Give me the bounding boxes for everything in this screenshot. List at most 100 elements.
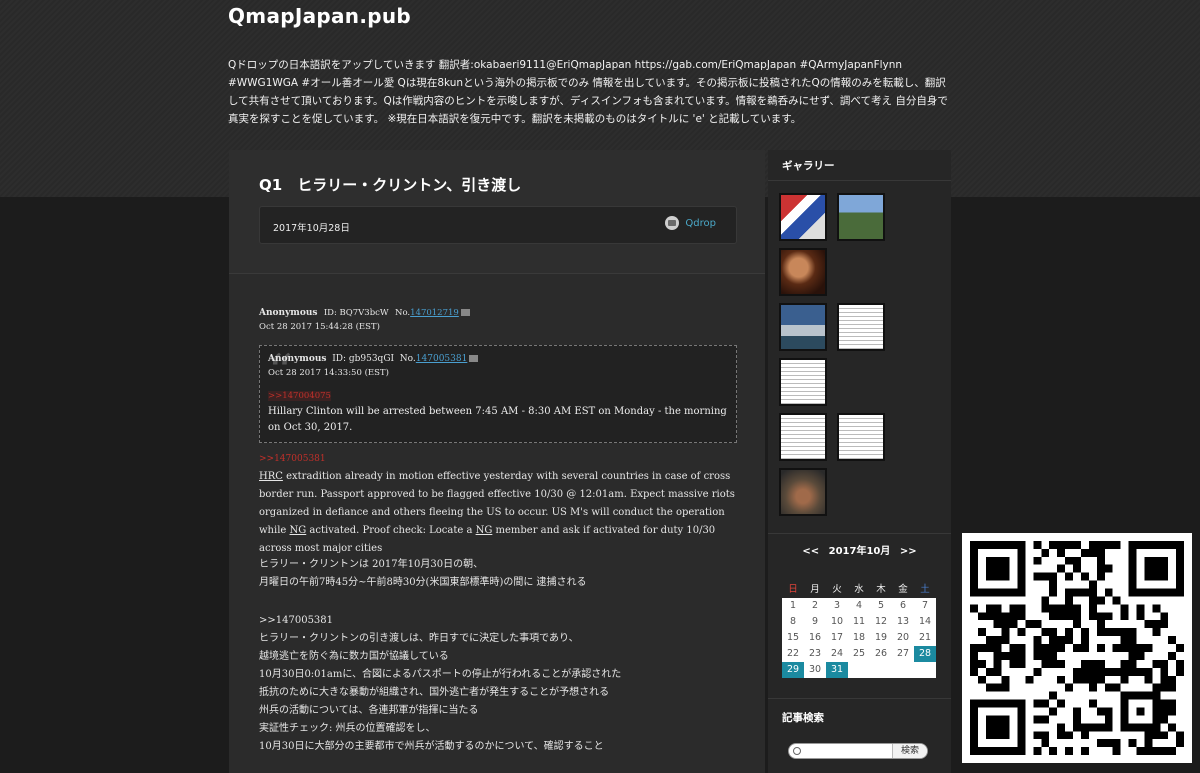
calendar-nav: << 2017年10月 >> (768, 542, 951, 557)
calendar: 日 月 火 水 木 金 土 1 2 3 4 5 6 7 8 9 10 11 12 13 14 15 16 17 1… (782, 582, 937, 678)
jp2-line: >>147005381 (259, 615, 334, 626)
calendar-day: 27 (892, 646, 914, 662)
gallery-thumbnail[interactable] (779, 248, 827, 296)
calendar-day: 4 (848, 598, 870, 614)
calendar-day[interactable]: 31 (826, 662, 848, 678)
jp1-line: 月曜日の午前7時45分~午前8時30分(米国東部標準時)の間に 逮捕される (259, 577, 587, 588)
poster-id: ID: BQ7V3bcW (323, 308, 389, 318)
post-header: Q1 ヒラリー・クリントン、引き渡し 2017年10月28日 Qdrop (229, 150, 765, 274)
calendar-next-button[interactable]: >> (900, 546, 917, 557)
weekday-label: 金 (898, 584, 908, 595)
post-no-label: No. (395, 308, 411, 318)
calendar-day: 30 (804, 662, 826, 678)
calendar-empty-cell (892, 662, 914, 678)
calendar-day: 17 (826, 630, 848, 646)
jp2-line: 越境逃亡を防ぐ為に数カ国が協議している (259, 651, 449, 662)
post-number-link[interactable]: 147012719 (410, 308, 459, 318)
calendar-week-row: 15 16 17 18 19 20 21 (782, 630, 937, 646)
quote-poster-id: ID: gb953qGI (332, 354, 395, 364)
gallery-thumbnail[interactable] (779, 413, 827, 461)
calendar-day: 16 (804, 630, 826, 646)
japanese-translation-2: >>147005381 ヒラリー・クリントンの引き渡しは、昨日すでに決定した事項… (259, 612, 737, 756)
quote-author: Anonymous (268, 354, 327, 364)
gallery-thumbnail[interactable] (779, 303, 827, 351)
calendar-day: 1 (782, 598, 804, 614)
divider (768, 180, 951, 181)
calendar-day: 11 (848, 614, 870, 630)
gallery-thumbnail[interactable] (837, 193, 885, 241)
calendar-day: 6 (892, 598, 914, 614)
qr-code (962, 533, 1192, 763)
japanese-translation-1: ヒラリー・クリントンは 2017年10月30日の朝、 月曜日の午前7時45分~午… (259, 556, 737, 592)
calendar-day: 3 (826, 598, 848, 614)
weekday-label: 木 (876, 584, 886, 595)
calendar-day: 19 (870, 630, 892, 646)
calendar-day: 5 (870, 598, 892, 614)
calendar-day: 24 (826, 646, 848, 662)
quote-no-label: No. (399, 354, 416, 364)
calendar-day: 21 (914, 630, 936, 646)
calendar-empty-cell (870, 662, 892, 678)
gallery-thumbnail[interactable] (837, 413, 885, 461)
calendar-day: 22 (782, 646, 804, 662)
quote-number-link[interactable]: 147005381 (416, 354, 468, 364)
folder-icon (665, 216, 680, 230)
calendar-day: 7 (914, 598, 936, 614)
quoted-post: “ Anonymous ID: gb953qGI No.147005381 Oc… (259, 345, 737, 443)
post-title[interactable]: Q1 ヒラリー・クリントン、引き渡し (259, 174, 521, 195)
calendar-prev-button[interactable]: << (802, 546, 819, 557)
search-icon (793, 747, 801, 755)
calendar-day: 18 (848, 630, 870, 646)
weekday-label: 水 (854, 584, 864, 595)
sidebar: ギャラリー << 2017年10月 >> 日 月 火 水 木 金 土 12345… (768, 150, 951, 773)
calendar-week-row: 1234567 (782, 598, 937, 614)
gallery-thumbnail[interactable] (779, 468, 827, 516)
calendar-week-row: 29 30 31 (782, 662, 937, 678)
calendar-day: 26 (870, 646, 892, 662)
jp2-line: 10月30日に大部分の主要都市で州兵が活動するのかについて、確認すること (259, 741, 604, 752)
weekday-label: 火 (832, 584, 842, 595)
calendar-day: 25 (848, 646, 870, 662)
quote-text: Hillary Clinton will be arrested between… (268, 406, 727, 433)
calendar-day[interactable]: 29 (782, 662, 804, 678)
jp1-line: ヒラリー・クリントンは 2017年10月30日の朝、 (259, 559, 484, 570)
quote-header: Anonymous ID: gb953qGI No.147005381 (268, 354, 479, 364)
search-button[interactable]: 検索 (891, 744, 927, 758)
calendar-month: 2017年10月 (828, 546, 891, 557)
calendar-day: 20 (892, 630, 914, 646)
gallery-thumbnail[interactable] (779, 193, 827, 241)
calendar-week-row: 8 9 10 11 12 13 14 (782, 614, 937, 630)
jp2-line: 実証性チェック: 州兵の位置確認をし、 (259, 723, 436, 734)
calendar-empty-cell (848, 662, 870, 678)
weekday-label: 月 (810, 584, 820, 595)
calendar-day: 13 (892, 614, 914, 630)
site-description: Qドロップの日本語訳をアップしていきます 翻訳者:okabaeri9111@Er… (228, 59, 948, 125)
weekday-label: 土 (920, 584, 930, 595)
calendar-day: 15 (782, 630, 804, 646)
gallery-thumbnail[interactable] (837, 303, 885, 351)
calendar-day: 2 (804, 598, 826, 614)
category-label[interactable]: Qdrop (685, 218, 716, 229)
divider (768, 698, 951, 699)
gallery-thumbnail[interactable] (779, 358, 827, 406)
english-part-2: activated. Proof check: Locate a (306, 525, 476, 536)
divider (768, 533, 951, 534)
category-link[interactable]: Qdrop (665, 216, 716, 230)
english-drop-text: HRC extradition already in motion effect… (259, 468, 737, 558)
quote-datetime: Oct 28 2017 14:33:50 (EST) (268, 368, 389, 378)
search-heading: 記事検索 (782, 712, 824, 724)
image-folder-icon (460, 309, 470, 316)
calendar-day[interactable]: 28 (914, 646, 936, 662)
ng-abbr-2: NG (475, 525, 493, 536)
gallery-heading: ギャラリー (782, 160, 835, 172)
search-input[interactable]: 検索 (788, 743, 928, 759)
post-meta: 2017年10月28日 Qdrop (259, 206, 737, 244)
reply-reference-link[interactable]: >>147005381 (259, 454, 326, 464)
quote-reference-link[interactable]: >>147004075 (268, 391, 331, 401)
calendar-day: 8 (782, 614, 804, 630)
calendar-day: 14 (914, 614, 936, 630)
jp2-line: 10月30日0:01amに、合図によるパスポートの停止が行われることが承認された (259, 669, 622, 680)
site-title[interactable]: QmapJapan.pub (228, 4, 411, 28)
calendar-week-row: 22 23 24 25 26 27 28 (782, 646, 937, 662)
main-article: Q1 ヒラリー・クリントン、引き渡し 2017年10月28日 Qdrop Ano… (229, 150, 765, 773)
